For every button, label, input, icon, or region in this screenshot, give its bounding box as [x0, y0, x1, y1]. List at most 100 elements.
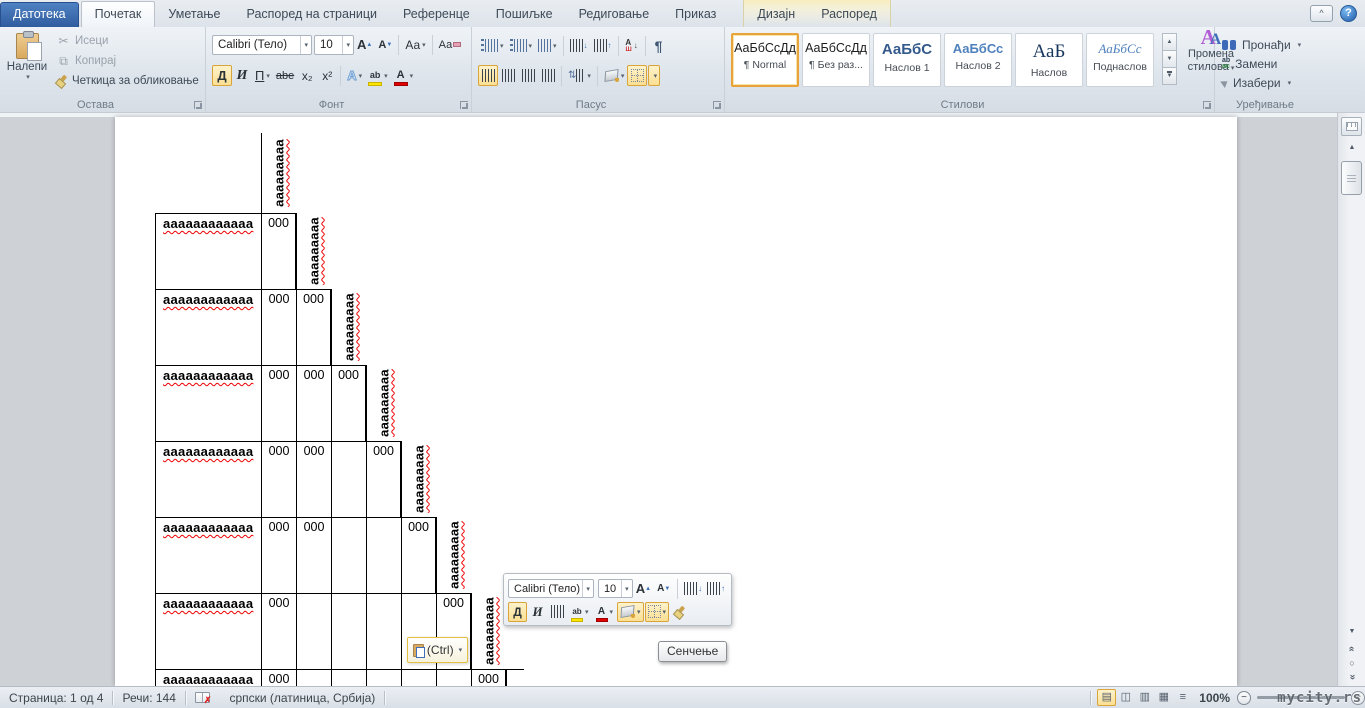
align-bottom-button[interactable] [518, 65, 538, 86]
vertical-scrollbar[interactable]: ▲ ▼ » ○ » [1337, 113, 1365, 686]
mini-font-size-combo[interactable]: 10 ▾ [597, 579, 633, 598]
scroll-up-button[interactable]: ▲ [1340, 141, 1364, 155]
highlight-button[interactable]: ab ▾ [365, 65, 391, 86]
style-tile-subtitle[interactable]: АаБбСс Поднаслов [1086, 33, 1154, 87]
minimize-ribbon-icon[interactable]: ^ [1310, 5, 1333, 22]
borders-button[interactable] [627, 65, 648, 86]
superscript-button[interactable]: x² [317, 65, 337, 86]
bullets-button[interactable]: ▾ [478, 35, 507, 56]
increase-indent-button[interactable]: ↑ [591, 35, 615, 56]
table-cell[interactable] [331, 593, 366, 669]
borders-dropdown-button[interactable]: ▾ [648, 65, 661, 86]
numbering-button[interactable]: ▾ [507, 35, 536, 56]
table-cell[interactable]: 000 [261, 213, 296, 289]
previous-page-button[interactable]: » [1340, 642, 1364, 656]
table-header-cell[interactable]: ааааааааа [366, 365, 401, 441]
table-cell[interactable] [296, 593, 331, 669]
show-formatting-marks-button[interactable]: ¶ [649, 35, 669, 56]
outline-view-button[interactable]: ▦ [1154, 689, 1173, 706]
tab-table-design[interactable]: Дизајн [744, 2, 808, 27]
table-cell[interactable] [331, 669, 366, 686]
strikethrough-button[interactable]: abe [273, 65, 297, 86]
proofing-status[interactable]: ✗ [186, 692, 221, 705]
table-row-label-cell[interactable]: аааааааааааа [155, 289, 261, 365]
bold-button[interactable]: Д [212, 65, 232, 86]
table-header-cell[interactable]: ааааааааа [471, 593, 506, 669]
table-cell[interactable] [366, 517, 401, 593]
tab-page-layout[interactable]: Распоред на страници [234, 2, 390, 27]
word-count-status[interactable]: Речи: 144 [113, 691, 184, 705]
clipboard-dialog-launcher-icon[interactable] [194, 101, 202, 109]
help-icon[interactable]: ? [1340, 5, 1357, 22]
styles-scroll-down-button[interactable]: ▼ [1162, 50, 1177, 68]
table-cell[interactable]: 000 [261, 441, 296, 517]
justify-button[interactable] [538, 65, 558, 86]
table-header-cell[interactable]: ааааааааа [296, 213, 331, 289]
select-button[interactable]: Изабери ▾ [1215, 73, 1315, 92]
fullscreen-reading-view-button[interactable]: ◫ [1116, 689, 1135, 706]
change-case-button[interactable]: Аа ▾ [402, 34, 428, 55]
table-header-cell[interactable] [506, 669, 524, 686]
table-cell[interactable]: 000 [261, 669, 296, 686]
styles-gallery-more-button[interactable]: ▼ [1162, 67, 1177, 85]
table-row-label-cell[interactable]: аааааааааааа [155, 517, 261, 593]
mini-format-painter-button[interactable] [670, 602, 689, 622]
zoom-level[interactable]: 100% [1192, 691, 1237, 705]
style-tile-heading1[interactable]: АаБбС Наслов 1 [873, 33, 941, 87]
mini-shrink-font-button[interactable]: А ▼ [654, 579, 673, 599]
paragraph-dialog-launcher-icon[interactable] [713, 101, 721, 109]
style-tile-normal[interactable]: АаБбСсДд ¶ Normal [731, 33, 799, 87]
font-family-combo[interactable]: Calibri (Тело) ▾ [212, 34, 312, 55]
tab-view[interactable]: Приказ [662, 2, 729, 27]
table-cell[interactable] [401, 669, 436, 686]
multilevel-list-button[interactable]: ▾ [535, 35, 560, 56]
table-cell[interactable]: 000 [296, 441, 331, 517]
paste-options-button[interactable]: (Ctrl) ▾ [407, 637, 468, 663]
paste-dropdown-icon[interactable]: ▾ [6, 73, 50, 81]
shrink-font-button[interactable]: А ▼ [375, 34, 395, 55]
tab-references[interactable]: Референце [390, 2, 483, 27]
format-painter-button[interactable]: Четкица за обликовање [56, 71, 206, 91]
grow-font-button[interactable]: А ▲ [354, 34, 375, 55]
table-row-label-cell[interactable]: аааааааааааа [155, 213, 261, 289]
align-top-button[interactable] [478, 65, 498, 86]
table-cell[interactable]: 000 [331, 365, 366, 441]
mini-grow-font-button[interactable]: А ▲ [634, 579, 654, 599]
table-cell[interactable]: 000 [366, 441, 401, 517]
scrollbar-thumb[interactable] [1341, 161, 1362, 195]
subscript-button[interactable]: x₂ [297, 65, 317, 86]
zoom-out-button[interactable]: − [1237, 690, 1251, 705]
clear-formatting-button[interactable]: Аа [436, 34, 465, 55]
page-number-status[interactable]: Страница: 1 од 4 [0, 691, 112, 705]
copy-button[interactable]: ⧉ Копирај [56, 51, 206, 71]
italic-button[interactable]: И [232, 65, 252, 86]
mini-highlight-button[interactable]: ab ▾ [568, 602, 592, 622]
style-tile-heading2[interactable]: АаБбСс Наслов 2 [944, 33, 1012, 87]
tab-review[interactable]: Редиговање [566, 2, 663, 27]
table-cell[interactable] [436, 669, 471, 686]
font-color-button[interactable]: А ▾ [391, 65, 417, 86]
text-effects-button[interactable]: А ▾ [344, 65, 365, 86]
table-cell[interactable]: 000 [261, 593, 296, 669]
table-header-cell[interactable]: ааааааааа [401, 441, 436, 517]
tab-insert[interactable]: Уметање [155, 2, 233, 27]
scroll-down-button[interactable]: ▼ [1340, 625, 1364, 639]
cut-button[interactable]: ✂ Исеци [56, 31, 206, 51]
chevron-down-icon[interactable]: ▾ [300, 35, 308, 54]
tab-table-layout[interactable]: Распоред [808, 2, 890, 27]
ruler-toggle-button[interactable] [1341, 117, 1362, 136]
table-header-cell[interactable]: ааааааааа [436, 517, 471, 593]
mini-shading-button[interactable]: ▾ [617, 601, 644, 622]
decrease-indent-button[interactable]: ↓ [567, 35, 591, 56]
shading-button[interactable]: ▾ [601, 65, 628, 86]
language-status[interactable]: српски (латиница, Србија) [220, 691, 384, 705]
mini-decrease-indent-button[interactable]: ↓ [682, 579, 704, 599]
mini-font-family-combo[interactable]: Calibri (Тело) ▾ [508, 579, 594, 598]
select-browse-object-button[interactable]: ○ [1340, 656, 1364, 670]
table-row-label-cell[interactable]: аааааааааааа [155, 365, 261, 441]
sort-button[interactable]: Аш ↓ [622, 35, 642, 56]
table-cell[interactable]: 000 [296, 517, 331, 593]
table-cell[interactable]: 000 [471, 669, 506, 686]
table-cell[interactable]: 000 [296, 365, 331, 441]
table-header-cell[interactable]: ааааааааа [261, 133, 296, 213]
